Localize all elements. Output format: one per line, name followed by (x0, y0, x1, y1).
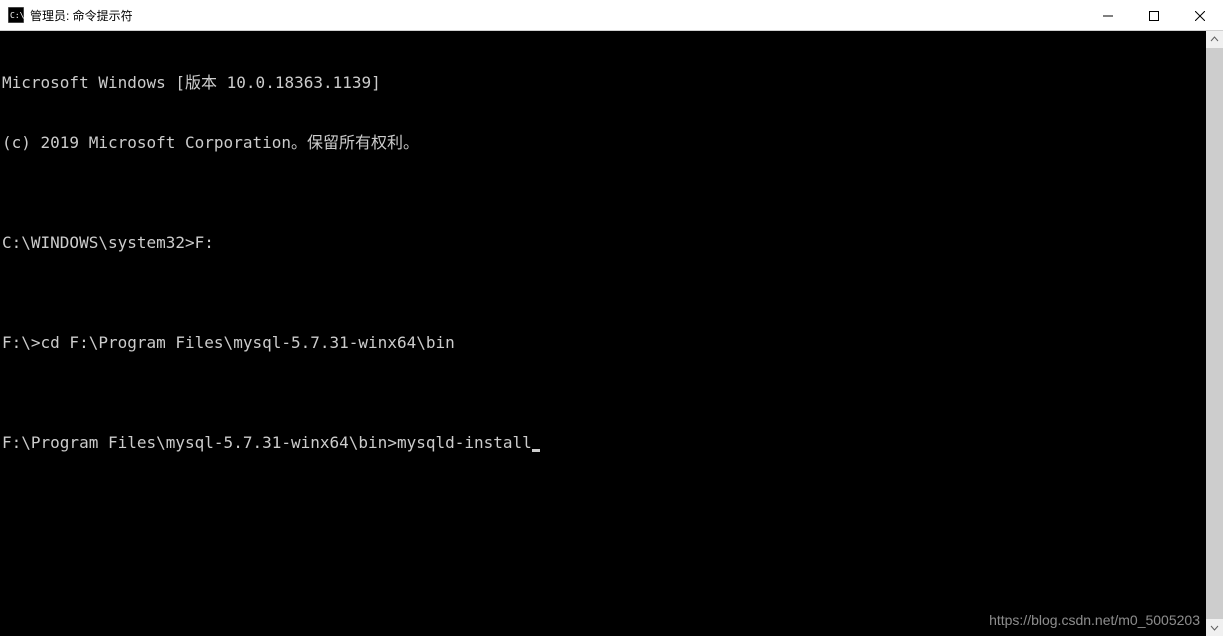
titlebar[interactable]: C:\ 管理员: 命令提示符 (0, 0, 1223, 31)
window-title: 管理员: 命令提示符 (30, 7, 133, 24)
chevron-down-icon (1210, 623, 1219, 632)
scrollbar-thumb[interactable] (1206, 48, 1223, 619)
svg-text:C:\: C:\ (10, 11, 24, 20)
terminal-current-line: F:\Program Files\mysql-5.7.31-winx64\bin… (2, 433, 1204, 453)
terminal-line: F:\>cd F:\Program Files\mysql-5.7.31-win… (2, 333, 1204, 353)
watermark: https://blog.csdn.net/m0_5005203 (989, 610, 1200, 630)
cmd-icon: C:\ (8, 7, 24, 23)
cursor-icon (532, 449, 540, 452)
scrollbar-down-button[interactable] (1206, 619, 1223, 636)
terminal-line: (c) 2019 Microsoft Corporation。保留所有权利。 (2, 133, 1204, 153)
terminal-line: C:\WINDOWS\system32>F: (2, 233, 1204, 253)
terminal-line: Microsoft Windows [版本 10.0.18363.1139] (2, 73, 1204, 93)
chevron-up-icon (1210, 35, 1219, 44)
maximize-button[interactable] (1131, 0, 1177, 31)
terminal-line-text: F:\Program Files\mysql-5.7.31-winx64\bin… (2, 433, 532, 452)
scrollbar-track[interactable] (1206, 48, 1223, 619)
vertical-scrollbar[interactable] (1206, 31, 1223, 636)
close-button[interactable] (1177, 0, 1223, 31)
minimize-button[interactable] (1085, 0, 1131, 31)
terminal-output[interactable]: Microsoft Windows [版本 10.0.18363.1139] (… (0, 31, 1206, 636)
scrollbar-up-button[interactable] (1206, 31, 1223, 48)
titlebar-controls (1085, 0, 1223, 31)
terminal-wrapper: Microsoft Windows [版本 10.0.18363.1139] (… (0, 31, 1223, 636)
